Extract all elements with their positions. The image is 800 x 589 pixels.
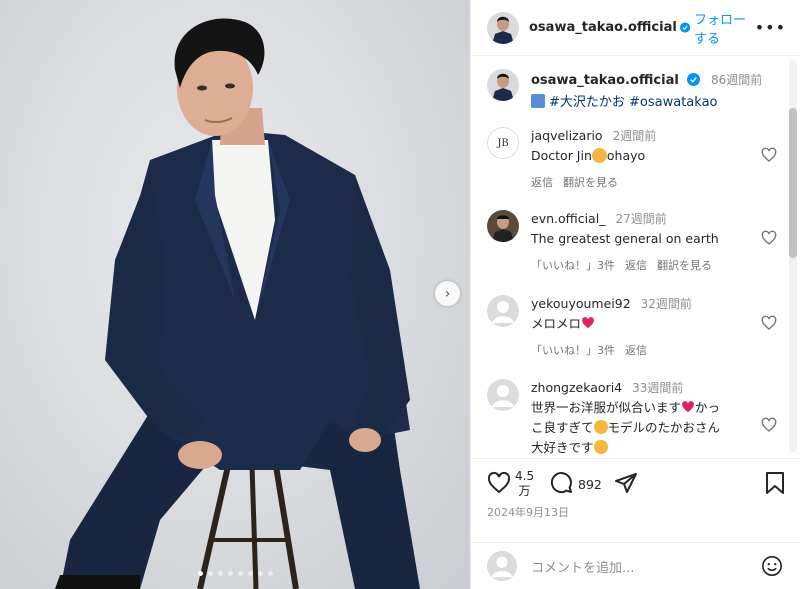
comment-timestamp: 27週間前: [615, 212, 667, 226]
bookmark-icon[interactable]: [764, 471, 786, 495]
post-sidebar: osawa_takao.official フォローする ••• osawa_ta…: [470, 0, 800, 589]
see-translation-button[interactable]: 翻訳を見る: [657, 257, 712, 273]
scrollbar-thumb[interactable]: [789, 108, 797, 258]
comments-count: 892: [578, 477, 602, 492]
heart-icon[interactable]: [761, 147, 777, 163]
emoji-picker-icon[interactable]: [761, 555, 783, 577]
post-date: 2024年9月13日: [487, 506, 569, 519]
comment-text: メロメロ: [531, 316, 582, 331]
heart-eyes-emoji-icon: [593, 440, 608, 454]
reply-button[interactable]: 返信: [625, 342, 647, 358]
carousel-dot[interactable]: [267, 571, 273, 576]
verified-badge-icon: [679, 22, 690, 33]
avatar[interactable]: [487, 379, 519, 411]
comment-username[interactable]: evn.official_: [531, 211, 605, 226]
reply-button[interactable]: 返信: [625, 257, 647, 273]
comment-text: 大好きです: [531, 440, 594, 455]
post-caption: osawa_takao.official 86週間前 #大沢たかお #osawa…: [471, 57, 789, 110]
like-heart-icon[interactable]: [487, 471, 511, 495]
comment-timestamp: 33週間前: [632, 381, 684, 395]
post-actions: 4.5 万 892 2024年9月13日: [471, 458, 800, 542]
follow-button[interactable]: フォローする: [694, 9, 755, 47]
heart-icon[interactable]: [761, 417, 777, 433]
avatar[interactable]: [487, 210, 519, 242]
avatar[interactable]: [487, 69, 519, 101]
see-translation-button[interactable]: 翻訳を見る: [563, 174, 618, 190]
likes-count-button[interactable]: 「いいね！」3件: [531, 342, 615, 358]
clapping-hands-icon: [591, 148, 607, 163]
comments-list[interactable]: osawa_takao.official 86週間前 #大沢たかお #osawa…: [471, 57, 789, 457]
comment-text: The greatest general on earth: [531, 231, 719, 246]
post-header: osawa_takao.official フォローする •••: [471, 0, 800, 56]
comment-text: モデルのたかおさん: [607, 420, 721, 435]
comment-username[interactable]: yekouyoumei92: [531, 296, 631, 311]
likes-count-button[interactable]: 「いいね！」3件: [531, 257, 615, 273]
avatar: [487, 551, 517, 581]
reply-button[interactable]: 返信: [531, 174, 553, 190]
likes-count[interactable]: 4.5 万: [515, 469, 534, 499]
svg-text:JB: JB: [496, 138, 508, 149]
heart-icon[interactable]: [761, 230, 777, 246]
comment-item: JB jaqvelizario 2週間前 Doctor Jin ohayo 返信 …: [487, 127, 777, 190]
carousel-dot[interactable]: [237, 571, 243, 576]
carousel-dot[interactable]: [217, 571, 223, 576]
comment-item: yekouyoumei92 32週間前 メロメロ 「いいね！」3件 返信: [487, 295, 777, 358]
comment-text: ohayo: [606, 148, 646, 163]
comment-item: evn.official_ 27週間前 The greatest general…: [487, 210, 777, 273]
red-heart-icon: [682, 401, 694, 413]
heart-icon[interactable]: [761, 315, 777, 331]
portrait-illustration: [55, 18, 420, 589]
avatar[interactable]: [487, 11, 519, 44]
avatar[interactable]: JB: [487, 127, 519, 159]
comment-icon[interactable]: [549, 471, 573, 495]
add-comment-bar: コメントを追加...: [471, 542, 800, 589]
post-photo: ›: [0, 0, 470, 589]
caption-timestamp: 86週間前: [711, 73, 763, 87]
avatar[interactable]: [487, 295, 519, 327]
comment-timestamp: 32週間前: [640, 297, 692, 311]
carousel-dot[interactable]: [227, 571, 233, 576]
person-emoji-icon: [531, 94, 545, 108]
username[interactable]: osawa_takao.official: [529, 20, 677, 35]
comment-username[interactable]: zhongzekaori4: [531, 380, 622, 395]
carousel-dot[interactable]: [197, 571, 203, 576]
more-options-icon[interactable]: •••: [755, 18, 786, 37]
comment-text: こ良すぎて: [531, 420, 594, 435]
comment-text: かっ: [695, 400, 721, 415]
carousel-dot[interactable]: [207, 571, 213, 576]
comment-item: zhongzekaori4 33週間前 世界一お洋服が似合います かっ こ良すぎて…: [487, 379, 777, 457]
verified-badge-icon: [686, 73, 700, 86]
next-slide-button[interactable]: ›: [435, 281, 460, 306]
comment-username[interactable]: jaqvelizario: [531, 128, 603, 143]
caption-username[interactable]: osawa_takao.official: [531, 73, 679, 88]
carousel-dots: [0, 571, 470, 576]
comment-timestamp: 2週間前: [612, 129, 657, 143]
red-heart-icon: [582, 317, 594, 329]
carousel-dot[interactable]: [247, 571, 253, 576]
share-icon[interactable]: [614, 471, 638, 495]
comment-input[interactable]: コメントを追加...: [531, 557, 761, 576]
heart-eyes-emoji-icon: [593, 420, 608, 434]
carousel-dot[interactable]: [257, 571, 263, 576]
comment-text: Doctor Jin: [531, 148, 592, 163]
caption-hashtags[interactable]: #大沢たかお #osawatakao: [549, 95, 718, 110]
comments-scrollbar[interactable]: [789, 60, 797, 452]
comment-text: 世界一お洋服が似合います: [531, 400, 682, 415]
